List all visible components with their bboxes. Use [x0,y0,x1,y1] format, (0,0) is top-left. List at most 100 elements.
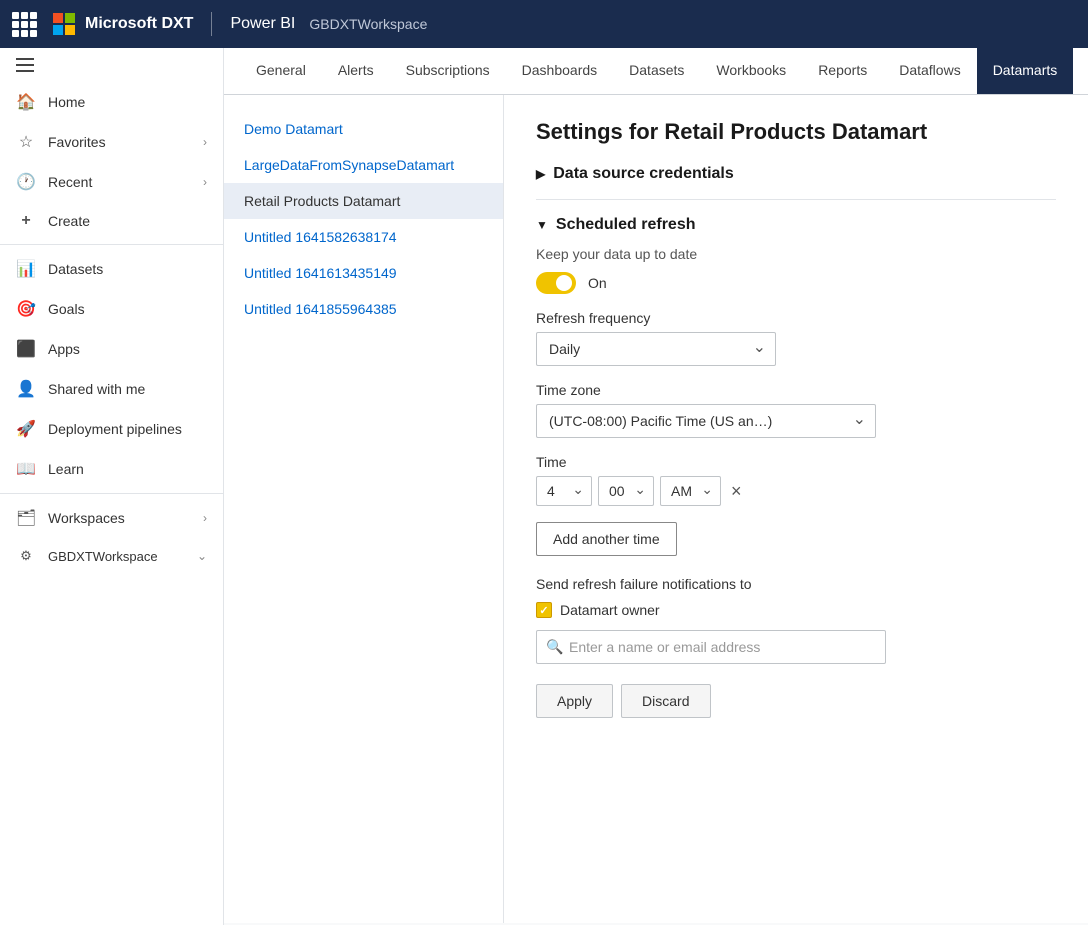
favorites-arrow-icon: › [203,135,207,149]
app-label: Power BI [230,15,295,33]
refresh-toggle[interactable] [536,272,576,294]
topbar-separator [211,12,212,36]
tab-datasets[interactable]: Datasets [613,48,700,94]
content-area: Demo Datamart LargeDataFromSynapseDatama… [224,95,1088,923]
sidebar-workspace-current-label: GBDXTWorkspace [48,549,185,564]
brand-label: Microsoft DXT [85,15,193,33]
sidebar-item-goals[interactable]: 🎯 Goals [0,289,223,329]
time-row: 123 456 789 101112 00153045 [536,476,1056,506]
timezone-label: Time zone [536,382,1056,398]
list-item-2[interactable]: Retail Products Datamart [224,183,503,219]
time-field-group: Time 123 456 789 101112 0 [536,454,1056,506]
layout: 🏠 Home ☆ Favorites › 🕐 Recent › + Create… [0,48,1088,925]
tab-general[interactable]: General [240,48,322,94]
favorites-icon: ☆ [16,132,36,152]
keep-data-label: Keep your data up to date [536,246,1056,262]
recent-icon: 🕐 [16,172,36,192]
datamart-list-panel: Demo Datamart LargeDataFromSynapseDatama… [224,95,504,923]
sidebar-recent-label: Recent [48,174,191,190]
tab-reports[interactable]: Reports [802,48,883,94]
sidebar-item-create[interactable]: + Create [0,202,223,240]
sidebar-divider-2 [0,493,223,494]
sidebar-datasets-label: Datasets [48,261,207,277]
email-search-input[interactable] [536,630,886,664]
settings-title: Settings for Retail Products Datamart [536,119,1056,145]
timezone-select[interactable]: (UTC-08:00) Pacific Time (US an…) (UTC-0… [536,404,876,438]
section-divider-1 [536,199,1056,200]
toggle-row: On [536,272,1056,294]
checkbox-label: Datamart owner [560,602,660,618]
email-search-wrapper: 🔍 [536,630,886,664]
credentials-section-header[interactable]: ▶ Data source credentials [536,165,1056,183]
sidebar-item-deployment[interactable]: 🚀 Deployment pipelines [0,409,223,449]
tab-dashboards[interactable]: Dashboards [506,48,614,94]
email-search-icon: 🔍 [546,639,563,656]
tab-datamarts[interactable]: Datamarts [977,48,1074,94]
sidebar-item-recent[interactable]: 🕐 Recent › [0,162,223,202]
timezone-field-group: Time zone (UTC-08:00) Pacific Time (US a… [536,382,1056,438]
topbar: Microsoft DXT Power BI GBDXTWorkspace [0,0,1088,48]
list-item-4[interactable]: Untitled 1641613435149 [224,255,503,291]
notification-field-group: Send refresh failure notifications to Da… [536,576,1056,664]
workspace-label: GBDXTWorkspace [309,16,427,32]
sidebar-item-home[interactable]: 🏠 Home [0,82,223,122]
apply-button[interactable]: Apply [536,684,613,718]
microsoft-logo [53,13,75,35]
toggle-knob [556,275,572,291]
tab-workbooks[interactable]: Workbooks [700,48,802,94]
sidebar-item-shared[interactable]: 👤 Shared with me [0,369,223,409]
sidebar-deployment-label: Deployment pipelines [48,421,207,437]
sidebar-item-datasets[interactable]: 📊 Datasets [0,249,223,289]
minute-select[interactable]: 00153045 [598,476,654,506]
add-time-button[interactable]: Add another time [536,522,677,556]
sidebar-shared-label: Shared with me [48,381,207,397]
sidebar-divider-1 [0,244,223,245]
sidebar-create-label: Create [48,213,207,229]
datamart-owner-checkbox[interactable] [536,602,552,618]
deployment-icon: 🚀 [16,419,36,439]
action-buttons: Apply Discard [536,684,1056,718]
learn-icon: 📖 [16,459,36,479]
sidebar: 🏠 Home ☆ Favorites › 🕐 Recent › + Create… [0,48,224,925]
settings-panel: Settings for Retail Products Datamart ▶ … [504,95,1088,923]
sidebar-toggle-button[interactable] [0,48,223,82]
create-icon: + [16,212,36,230]
tab-alerts[interactable]: Alerts [322,48,390,94]
sidebar-favorites-label: Favorites [48,134,191,150]
goals-icon: 🎯 [16,299,36,319]
tab-subscriptions[interactable]: Subscriptions [390,48,506,94]
period-select-wrapper: AMPM [660,476,721,506]
credentials-arrow-icon: ▶ [536,167,545,181]
frequency-label: Refresh frequency [536,310,1056,326]
frequency-select[interactable]: Daily Weekly [536,332,776,366]
checkbox-row: Datamart owner [536,602,1056,618]
discard-button[interactable]: Discard [621,684,710,718]
tab-dataflows[interactable]: Dataflows [883,48,976,94]
apps-grid-icon[interactable] [12,12,37,37]
workspaces-arrow-icon: › [203,511,207,525]
list-item-5[interactable]: Untitled 1641855964385 [224,291,503,327]
sidebar-item-apps[interactable]: ⬛ Apps [0,329,223,369]
hour-select-wrapper: 123 456 789 101112 [536,476,592,506]
list-item-3[interactable]: Untitled 1641582638174 [224,219,503,255]
sidebar-learn-label: Learn [48,461,207,477]
apps-icon: ⬛ [16,339,36,359]
sidebar-item-workspaces[interactable]: 🗂 Workspaces › [0,498,223,538]
sidebar-item-workspace-current[interactable]: ⚙ GBDXTWorkspace ⌄ [0,538,223,574]
period-select[interactable]: AMPM [660,476,721,506]
sidebar-item-learn[interactable]: 📖 Learn [0,449,223,489]
credentials-section-label: Data source credentials [553,165,734,183]
time-remove-button[interactable]: × [727,477,746,506]
shared-icon: 👤 [16,379,36,399]
refresh-section-header[interactable]: ▼ Scheduled refresh [536,216,1056,234]
minute-select-wrapper: 00153045 [598,476,654,506]
sidebar-workspaces-label: Workspaces [48,510,191,526]
list-item-0[interactable]: Demo Datamart [224,111,503,147]
main-content: General Alerts Subscriptions Dashboards … [224,48,1088,925]
datasets-icon: 📊 [16,259,36,279]
list-item-1[interactable]: LargeDataFromSynapseDatamart [224,147,503,183]
tab-app[interactable]: App [1073,48,1088,94]
hour-select[interactable]: 123 456 789 101112 [536,476,592,506]
workspaces-icon: 🗂 [16,508,36,528]
sidebar-item-favorites[interactable]: ☆ Favorites › [0,122,223,162]
